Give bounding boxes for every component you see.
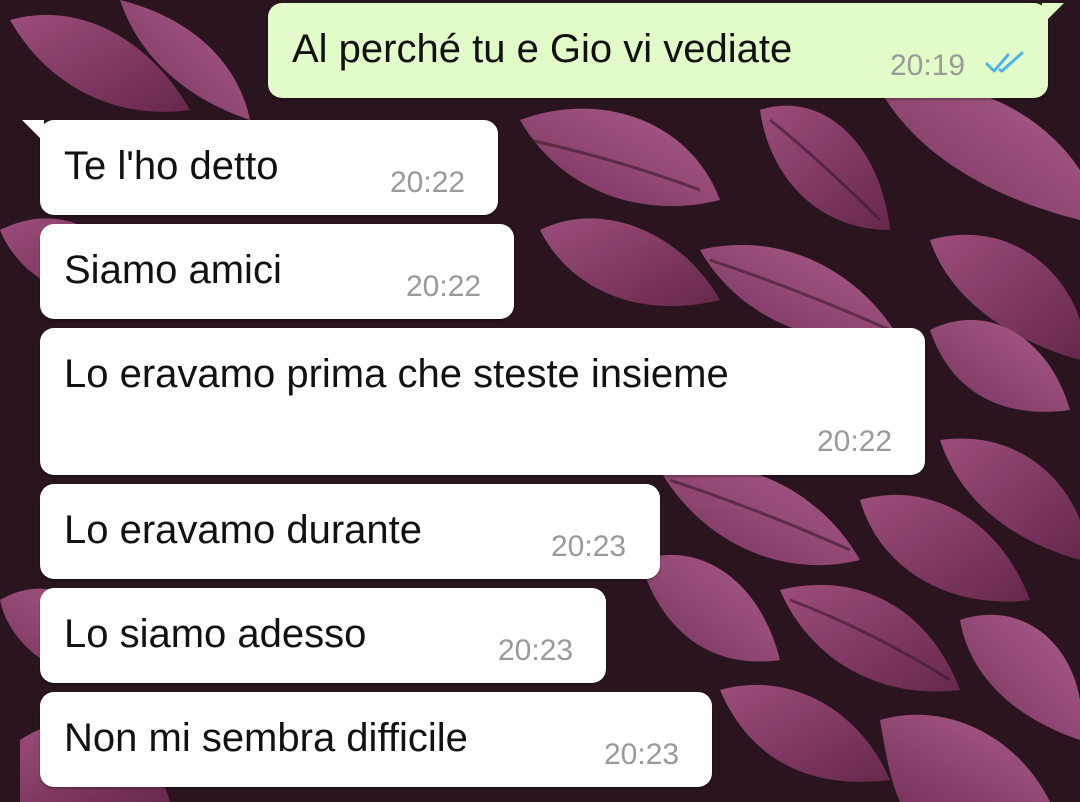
- message-text: Te l'ho detto: [64, 144, 279, 188]
- message-time: 20:23: [604, 738, 680, 771]
- message-text: Lo eravamo prima che steste insieme: [64, 352, 729, 396]
- message-text: Siamo amici: [64, 248, 282, 292]
- message-bubble-received[interactable]: Lo eravamo durante 20:23: [40, 484, 660, 579]
- bubble-tail: [22, 120, 44, 142]
- message-time: 20:22: [817, 425, 893, 458]
- message-time: 20:22: [406, 270, 482, 303]
- message-text: Lo eravamo durante: [64, 508, 423, 552]
- message-time: 20:22: [390, 166, 466, 199]
- message-bubble-received[interactable]: Te l'ho detto 20:22: [22, 120, 498, 215]
- message-text: Non mi sembra difficile: [64, 716, 468, 760]
- message-text: Al perché tu e Gio vi vediate: [292, 27, 793, 71]
- message-bubble-received[interactable]: Non mi sembra difficile 20:23: [40, 692, 712, 787]
- message-bubble-received[interactable]: Lo eravamo prima che steste insieme 20:2…: [40, 328, 925, 475]
- double-check-read-icon: [985, 51, 1024, 73]
- message-time: 20:19: [890, 49, 966, 82]
- message-bubble-received[interactable]: Lo siamo adesso 20:23: [40, 588, 606, 683]
- message-bubble-received[interactable]: Siamo amici 20:22: [40, 224, 514, 319]
- message-text: Lo siamo adesso: [64, 612, 367, 656]
- message-time: 20:23: [498, 634, 574, 667]
- message-time: 20:23: [551, 530, 627, 563]
- message-bubble-sent[interactable]: Al perché tu e Gio vi vediate 20:19: [268, 3, 1064, 98]
- bubble-tail: [1042, 3, 1064, 25]
